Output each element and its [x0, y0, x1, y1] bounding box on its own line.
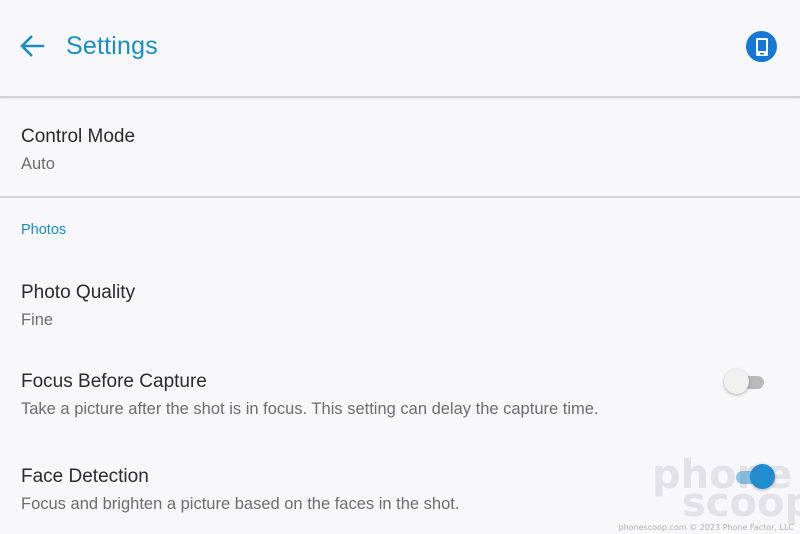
watermark-credit: phonescoop.com © 2023 Phone Factor, LLC: [618, 523, 794, 532]
setting-value: Auto: [21, 155, 55, 173]
back-button[interactable]: [12, 28, 52, 64]
setting-face-detection[interactable]: Face Detection Focus and brighten a pict…: [21, 465, 800, 515]
section-header-photos: Photos: [21, 222, 67, 238]
app-bar: Settings: [0, 0, 800, 98]
setting-control-mode[interactable]: Control Mode Auto: [21, 125, 800, 175]
section-divider: [0, 196, 800, 198]
setting-title: Control Mode: [21, 126, 136, 147]
phone-device-icon: [755, 37, 768, 56]
arrow-left-icon: [20, 35, 45, 57]
toggle-thumb: [724, 369, 749, 394]
setting-value: Fine: [21, 311, 54, 329]
page-title: Settings: [66, 32, 158, 60]
setting-title: Focus Before Capture: [21, 371, 207, 392]
toggle-thumb: [750, 464, 775, 489]
focus-before-capture-toggle[interactable]: [724, 369, 768, 395]
setting-description: Focus and brighten a picture based on th…: [21, 495, 460, 513]
setting-focus-before-capture[interactable]: Focus Before Capture Take a picture afte…: [21, 370, 800, 420]
setting-description: Take a picture after the shot is in focu…: [21, 400, 599, 418]
setting-title: Photo Quality: [21, 282, 136, 303]
setting-photo-quality[interactable]: Photo Quality Fine: [21, 281, 800, 331]
setting-title: Face Detection: [21, 466, 149, 487]
device-button[interactable]: [746, 31, 777, 62]
face-detection-toggle[interactable]: [730, 464, 775, 490]
